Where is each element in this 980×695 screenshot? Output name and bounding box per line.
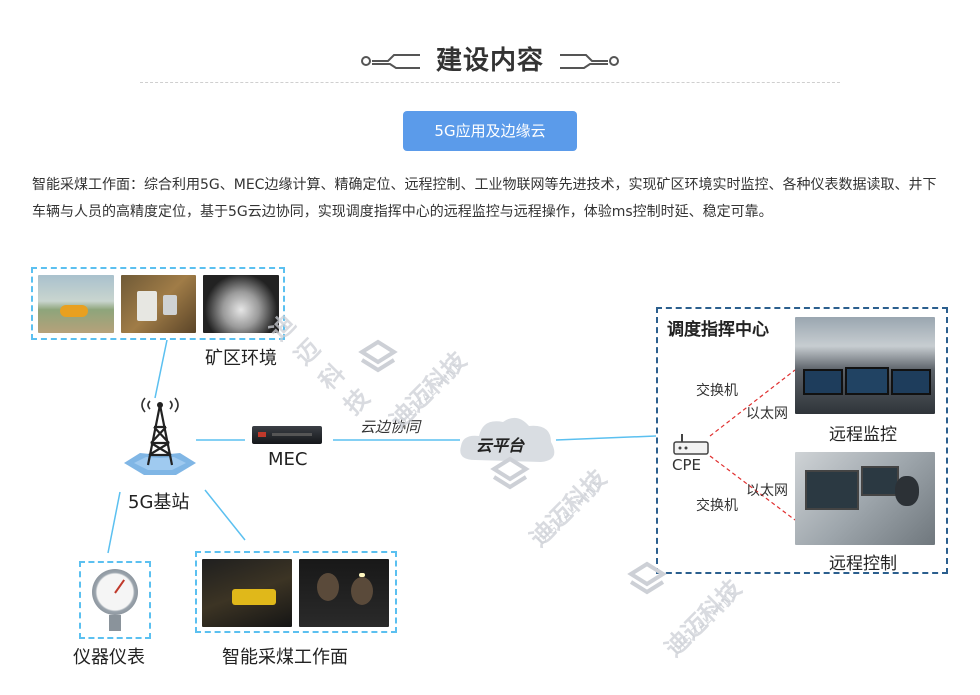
pressure-gauge-icon (92, 569, 138, 615)
mec-server-icon (252, 426, 322, 444)
mec-label: MEC (268, 449, 308, 470)
remote-control-photo (795, 452, 935, 545)
coal-face-group (195, 551, 397, 633)
cloud-platform-label: 云平台 (476, 436, 525, 455)
ethernet-top-label: 以太网 (746, 406, 788, 422)
water-monitoring-boat-photo (38, 275, 114, 333)
watermark-logo-icon (358, 338, 398, 382)
switch-bottom-label: 交换机 (696, 498, 738, 514)
dispatch-center-title: 调度指挥中心 (667, 320, 769, 340)
watermark-logo-icon (627, 560, 667, 604)
coal-face-label: 智能采煤工作面 (222, 647, 348, 668)
miners-photo (299, 559, 389, 627)
cpe-label: CPE (672, 456, 701, 474)
instrument-label: 仪器仪表 (73, 647, 145, 668)
sensor-device-photo (121, 275, 196, 333)
mine-environment-label: 矿区环境 (205, 348, 277, 369)
base-station-tower-icon (120, 397, 200, 481)
instrument-group (79, 561, 151, 639)
shearer-machine-photo (202, 559, 292, 627)
ethernet-bottom-label: 以太网 (746, 483, 788, 499)
remote-monitoring-label: 远程监控 (829, 425, 897, 445)
remote-control-label: 远程控制 (829, 554, 897, 574)
watermark-logo-icon (490, 455, 530, 499)
mine-environment-group (31, 267, 285, 340)
switch-top-label: 交换机 (696, 383, 738, 399)
remote-monitoring-photo (795, 317, 935, 414)
base-station-label: 5G基站 (128, 492, 190, 513)
